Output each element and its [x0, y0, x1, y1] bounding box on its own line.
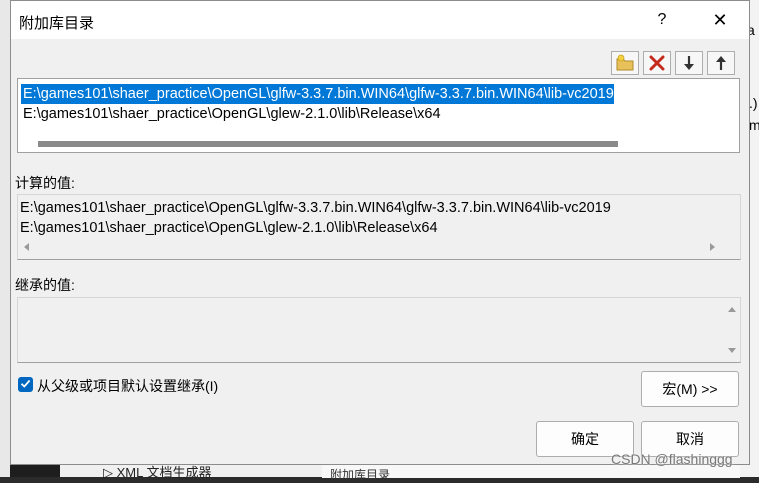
background-left-edge	[0, 0, 10, 477]
scroll-left-arrow[interactable]	[24, 243, 29, 251]
inherit-checkbox[interactable]	[18, 377, 33, 392]
checkmark-icon	[20, 376, 31, 394]
close-button[interactable]: ✕	[709, 9, 731, 31]
move-up-button[interactable]	[707, 51, 735, 75]
new-folder-icon	[615, 54, 635, 72]
directory-list[interactable]: E:\games101\shaer_practice\OpenGL\glfw-3…	[17, 78, 740, 153]
inherited-values-box	[17, 297, 741, 363]
additional-library-directories-dialog: 附加库目录 ? ✕ E:\games101\shaer_practice\Ope…	[10, 0, 750, 465]
background-text: .)	[749, 95, 758, 111]
watermark: CSDN @flashinggg	[611, 451, 733, 467]
list-item[interactable]: E:\games101\shaer_practice\OpenGL\glew-2…	[21, 104, 441, 124]
scroll-up-arrow[interactable]	[728, 307, 736, 312]
dialog-title: 附加库目录	[19, 15, 95, 32]
move-down-button[interactable]	[675, 51, 703, 75]
scroll-right-arrow[interactable]	[710, 243, 715, 251]
macros-button[interactable]: 宏(M) >>	[641, 371, 739, 407]
title-bar: 附加库目录 ? ✕	[11, 1, 749, 39]
delete-icon	[648, 54, 666, 72]
scroll-down-arrow[interactable]	[728, 348, 736, 353]
move-up-icon	[713, 54, 729, 72]
background-property-text: 附加库目录	[330, 468, 391, 482]
computed-value-row: E:\games101\shaer_practice\OpenGL\glew-2…	[20, 220, 438, 236]
move-down-icon	[681, 54, 697, 72]
background-text: m	[749, 117, 759, 133]
new-line-button[interactable]	[611, 51, 639, 75]
inherited-values-label: 继承的值:	[15, 277, 75, 293]
help-button[interactable]: ?	[651, 9, 673, 31]
list-item-selected[interactable]: E:\games101\shaer_practice\OpenGL\glfw-3…	[20, 83, 615, 105]
computed-value-row: E:\games101\shaer_practice\OpenGL\glfw-3…	[20, 200, 611, 216]
computed-values-label: 计算的值:	[15, 175, 75, 191]
delete-line-button[interactable]	[643, 51, 671, 75]
computed-values-box: E:\games101\shaer_practice\OpenGL\glfw-3…	[17, 194, 741, 260]
inherit-checkbox-label[interactable]: 从父级或项目默认设置继承(I)	[37, 376, 218, 396]
horizontal-scrollbar-thumb[interactable]	[38, 141, 618, 147]
